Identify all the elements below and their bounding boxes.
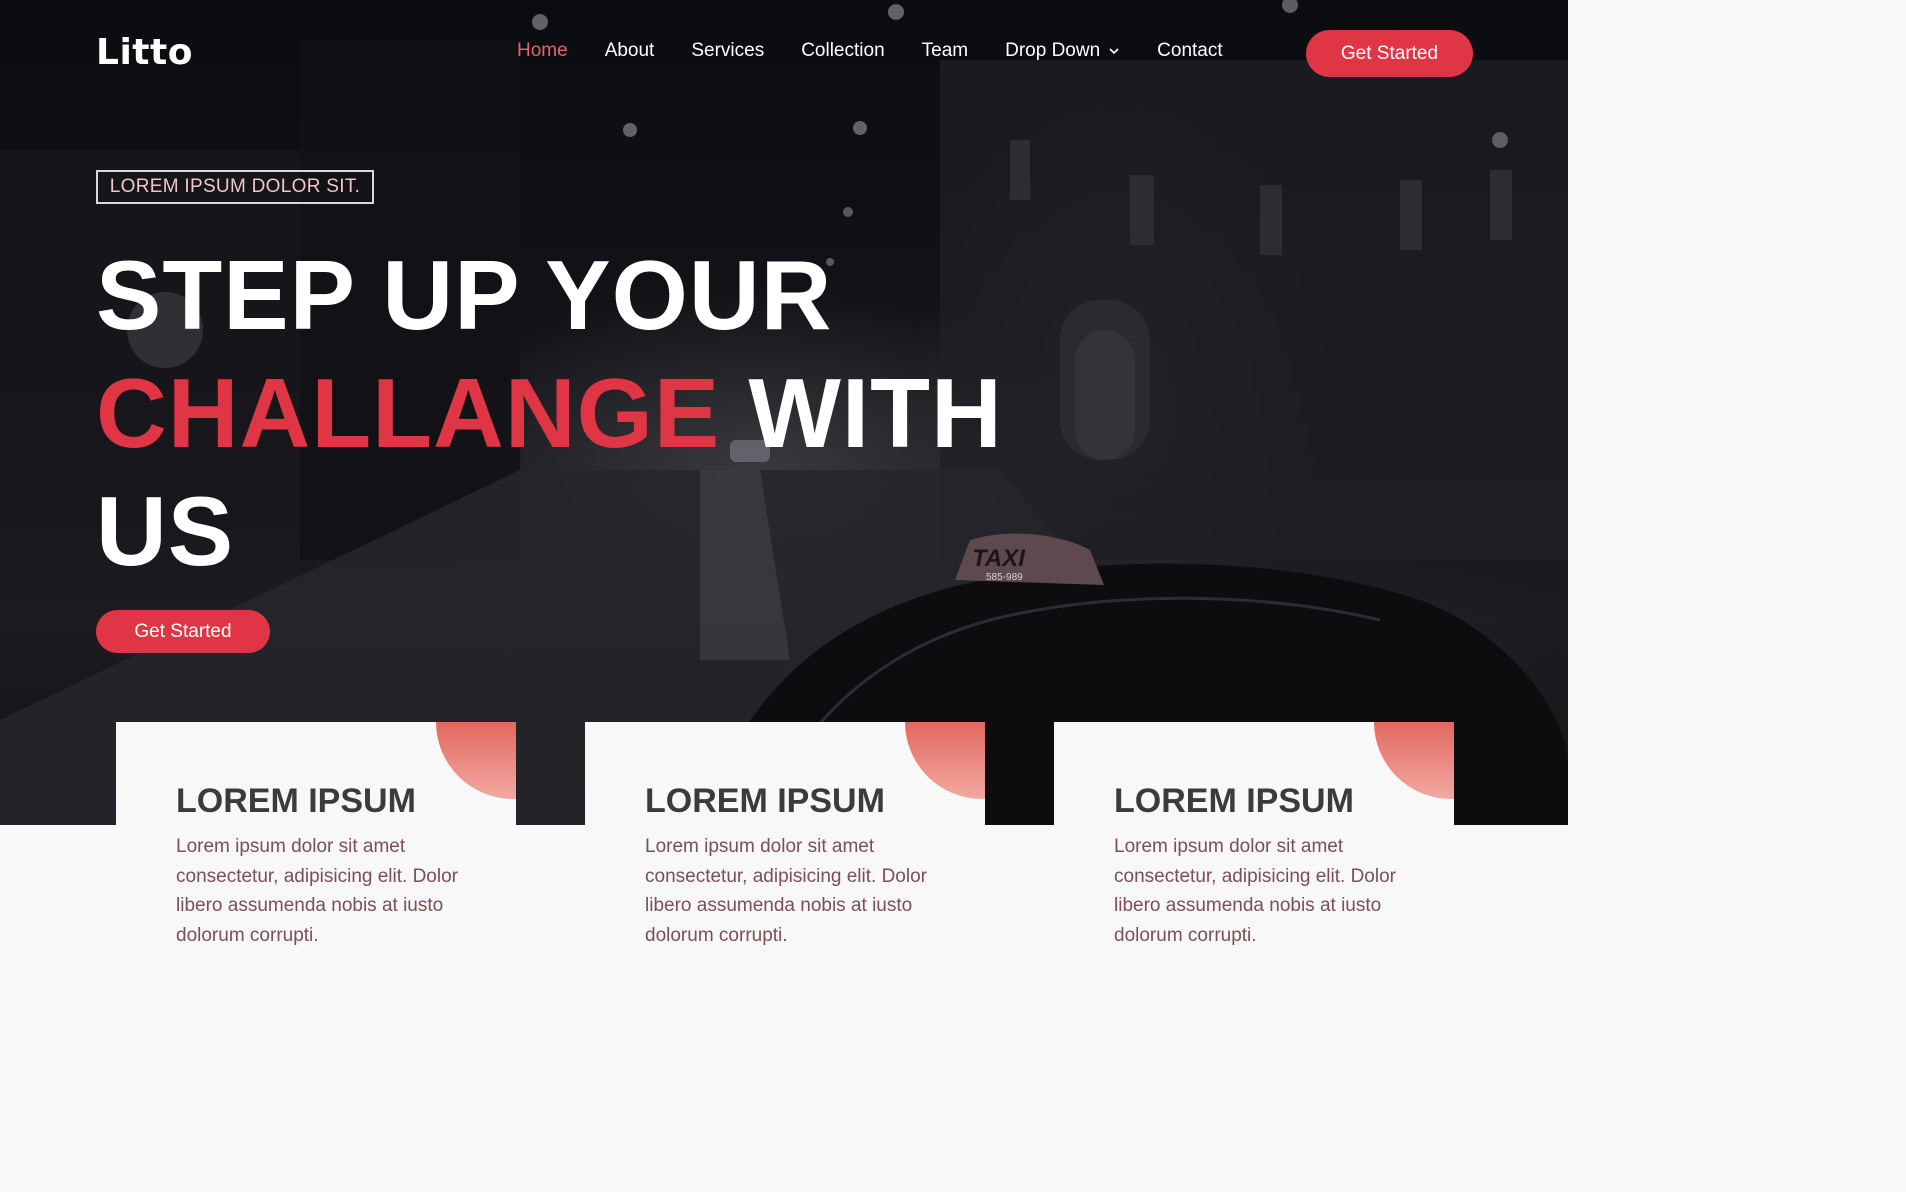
nav-item-collection[interactable]: Collection — [801, 40, 884, 62]
hero-tagline: LOREM IPSUM DOLOR SIT. — [96, 170, 374, 204]
nav-item-dropdown-label: Drop Down — [1005, 40, 1101, 61]
feature-card: LOREM IPSUM Lorem ipsum dolor sit amet c… — [116, 722, 516, 992]
card-title: LOREM IPSUM — [1114, 782, 1354, 820]
main-nav: Home About Services Collection Team Drop… — [517, 40, 1260, 62]
brand-logo[interactable]: Litto — [96, 32, 193, 73]
card-text: Lorem ipsum dolor sit amet consectetur, … — [645, 836, 927, 946]
chevron-down-icon — [1109, 48, 1119, 55]
nav-item-about[interactable]: About — [605, 40, 655, 62]
hero-headline: STEP UP YOUR CHALLANGE WITH US — [96, 236, 1003, 590]
nav-item-home[interactable]: Home — [517, 40, 568, 62]
nav-item-team[interactable]: Team — [922, 40, 968, 62]
headline-line-2-rest: WITH — [720, 358, 1003, 468]
headline-line-3: US — [96, 476, 235, 586]
nav-get-started-button[interactable]: Get Started — [1306, 30, 1473, 77]
hero-section: TAXI 585-989 Litto Home About Services C… — [0, 0, 1568, 825]
nav-item-dropdown[interactable]: Drop Down — [1005, 40, 1120, 62]
nav-item-contact[interactable]: Contact — [1157, 40, 1222, 62]
nav-item-services[interactable]: Services — [691, 40, 764, 62]
card-text: Lorem ipsum dolor sit amet consectetur, … — [176, 836, 458, 946]
card-corner-decoration — [436, 722, 516, 799]
feature-card: LOREM IPSUM Lorem ipsum dolor sit amet c… — [1054, 722, 1454, 992]
card-corner-decoration — [1374, 722, 1454, 799]
hero-get-started-button[interactable]: Get Started — [96, 610, 270, 653]
headline-line-1: STEP UP YOUR — [96, 240, 833, 350]
card-corner-decoration — [905, 722, 985, 799]
feature-card: LOREM IPSUM Lorem ipsum dolor sit amet c… — [585, 722, 985, 992]
card-title: LOREM IPSUM — [176, 782, 416, 820]
card-text: Lorem ipsum dolor sit amet consectetur, … — [1114, 836, 1396, 946]
card-title: LOREM IPSUM — [645, 782, 885, 820]
headline-accent-word: CHALLANGE — [96, 358, 721, 468]
